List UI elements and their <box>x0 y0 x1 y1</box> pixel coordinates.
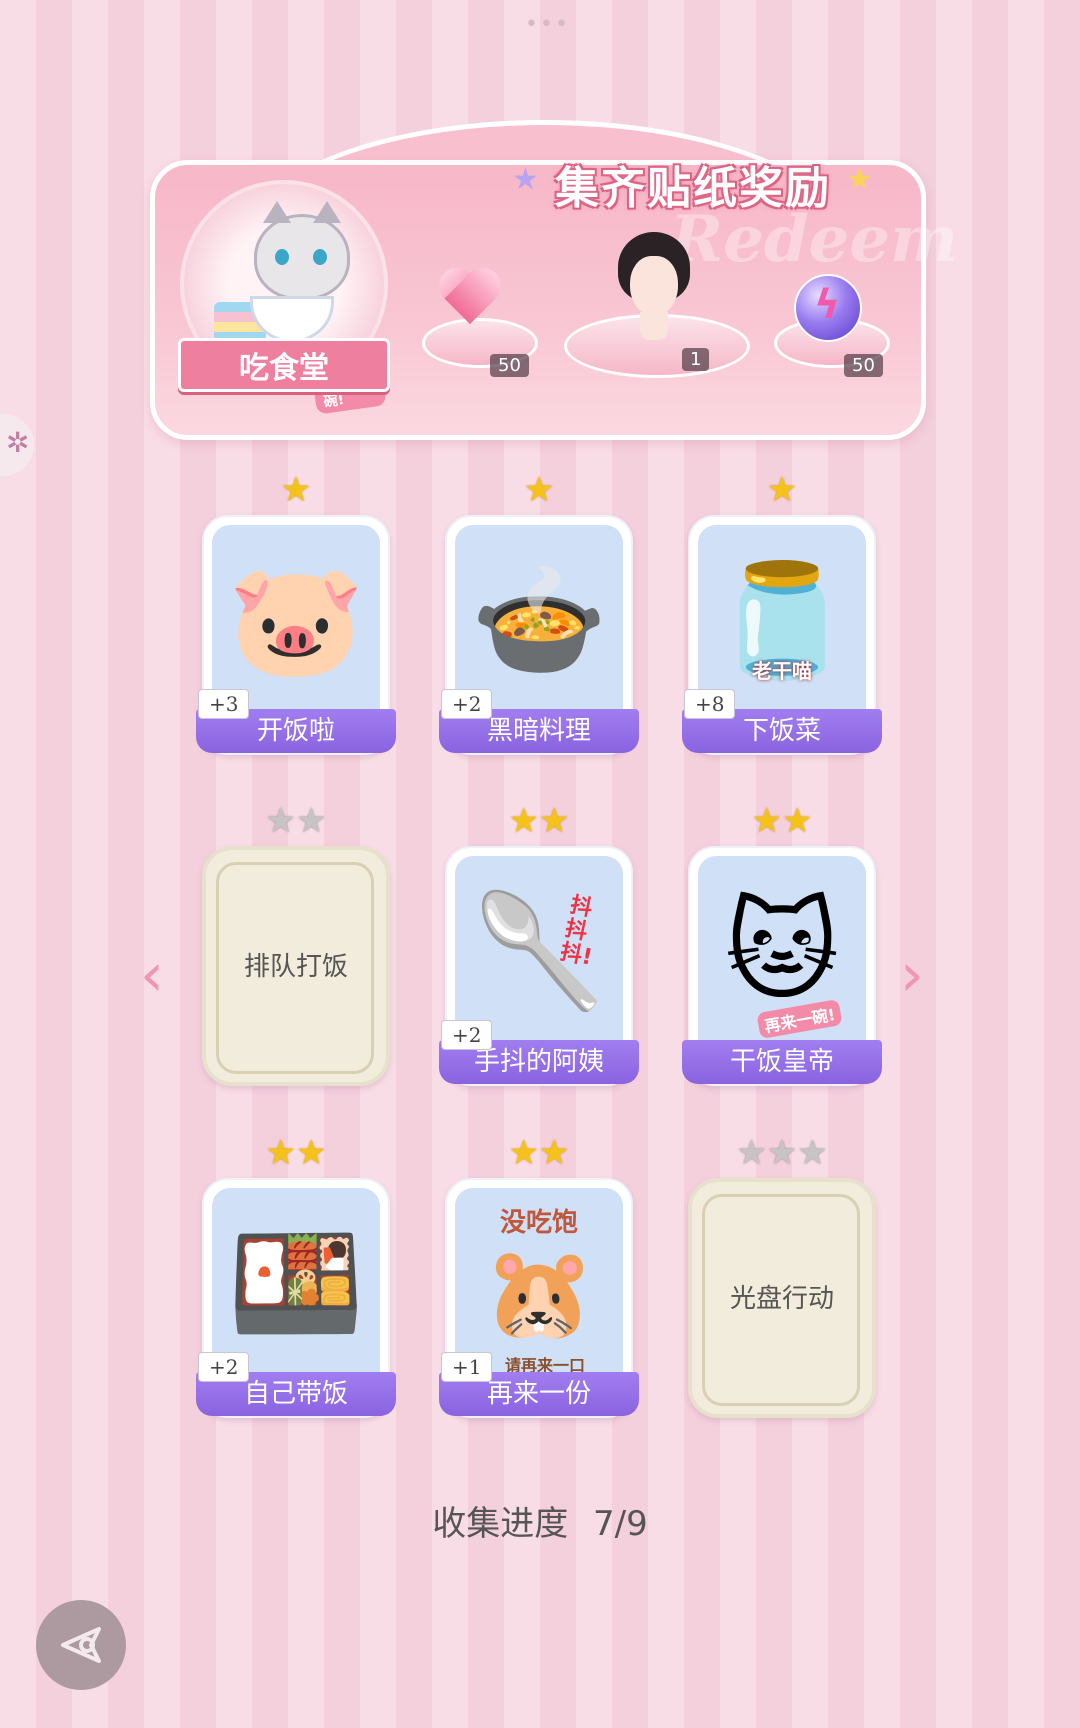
jar-icon: 🫙 <box>713 555 851 684</box>
back-button[interactable] <box>36 1600 126 1690</box>
lightning-icon: ϟ <box>814 282 841 328</box>
reward-count: 50 <box>490 354 529 377</box>
hamster-icon: 🐹 <box>482 1240 596 1346</box>
sticker-card[interactable]: ★★ 🥄 抖抖抖! 手抖的阿姨 +2 <box>439 804 639 1086</box>
sticker-card[interactable]: ★★ 🍱 自己带饭 +2 <box>196 1136 396 1418</box>
pig-icon: 🐷 <box>227 555 365 684</box>
reward-count: 1 <box>682 348 710 371</box>
avatar-face <box>630 256 678 316</box>
card-art: 🫙 老干喵 <box>698 525 866 715</box>
star-rating: ★ <box>688 473 876 507</box>
sticker-card-locked[interactable]: ★★ 排队打饭 <box>202 804 390 1086</box>
card-art: 🍱 <box>212 1188 380 1378</box>
chevron-right-icon[interactable]: › <box>900 940 924 1010</box>
duplicate-count: +3 <box>198 689 250 719</box>
theme-label: 吃食堂 <box>178 338 390 392</box>
collection-progress: 收集进度 7/9 <box>0 1496 1080 1545</box>
sticker-card[interactable]: ★ 🐷 开饭啦 +3 <box>196 473 396 755</box>
duplicate-count: +8 <box>684 689 736 719</box>
star-icon: ★★ <box>265 1133 327 1173</box>
sticker-card[interactable]: ★★ 没吃饱 🐹 请再来一口 再来一份 +1 <box>439 1136 639 1418</box>
star-icon: ★★ <box>508 801 570 841</box>
star-icon: ★★ <box>508 1133 570 1173</box>
star-rating: ★ <box>202 473 390 507</box>
duplicate-count: +2 <box>441 689 493 719</box>
sticker-reward-banner: Redeem ★ ★ 集齐贴纸奖励 再来一碗! 吃食堂 50 1 ϟ 50 <box>150 120 958 440</box>
star-rating: ★★ <box>688 804 876 838</box>
star-rating: ★★ <box>202 1136 390 1170</box>
card-art: 🐱 再来一碗! <box>698 856 866 1046</box>
side-menu-tab[interactable]: ✲ <box>0 414 34 476</box>
progress-label: 收集进度 <box>432 1504 569 1544</box>
card-art: 没吃饱 🐹 请再来一口 <box>455 1188 623 1378</box>
cat-icon <box>254 201 350 300</box>
star-icon: ★ <box>846 162 873 197</box>
card-art: 🍲 <box>455 525 623 715</box>
cat-eye <box>275 249 289 265</box>
star-icon: ★★ <box>265 801 327 841</box>
sticker-card[interactable]: ★ 🍲 黑暗料理 +2 <box>439 473 639 755</box>
drag-handle[interactable]: ••• <box>525 12 570 37</box>
card-title: 干饭皇帝 <box>682 1040 882 1084</box>
star-rating: ★★ <box>445 1136 633 1170</box>
duplicate-count: +2 <box>441 1020 493 1050</box>
star-rating: ★★ <box>202 804 390 838</box>
sticker-card-locked[interactable]: ★★★ 光盘行动 <box>688 1136 876 1418</box>
sticker-card[interactable]: ★★ 🐱 再来一碗! 干饭皇帝 <box>682 804 882 1086</box>
banner-title: 集齐贴纸奖励 <box>555 163 831 214</box>
jar-label: 老干喵 <box>752 659 812 683</box>
star-icon: ★ <box>766 470 798 510</box>
star-icon: ★★★ <box>736 1133 828 1173</box>
star-rating: ★★ <box>445 804 633 838</box>
star-icon: ★ <box>523 470 555 510</box>
duplicate-count: +2 <box>198 1352 250 1382</box>
duplicate-count: +1 <box>441 1352 493 1382</box>
reward-count: 50 <box>844 354 883 377</box>
card-art: 🥄 抖抖抖! <box>455 856 623 1046</box>
cat-eye <box>313 249 327 265</box>
star-icon: ★ <box>280 470 312 510</box>
heart-gem-icon[interactable] <box>440 270 500 330</box>
star-icon: ★★ <box>751 801 813 841</box>
progress-value: 7/9 <box>593 1504 648 1544</box>
star-rating: ★★★ <box>688 1136 876 1170</box>
card-title: 光盘行动 <box>729 1284 834 1314</box>
fan-icon: ✲ <box>6 426 30 459</box>
back-arrow-icon <box>61 1627 101 1663</box>
dark-dish-icon: 🍲 <box>470 555 608 684</box>
ladle-icon: 🥄 <box>470 886 608 1015</box>
energy-orb-icon[interactable]: ϟ <box>794 274 862 342</box>
avatar-neck <box>640 312 668 340</box>
chevron-left-icon[interactable]: ‹ <box>140 940 164 1010</box>
card-art: 🐷 <box>212 525 380 715</box>
star-icon: ★ <box>512 162 539 197</box>
girl-avatar-icon[interactable] <box>614 232 694 342</box>
star-rating: ★ <box>445 473 633 507</box>
lunchbox-icon: 🍱 <box>227 1218 365 1347</box>
card-title: 排队打饭 <box>243 952 348 982</box>
sticker-card[interactable]: ★ 🫙 老干喵 下饭菜 +8 <box>682 473 882 755</box>
